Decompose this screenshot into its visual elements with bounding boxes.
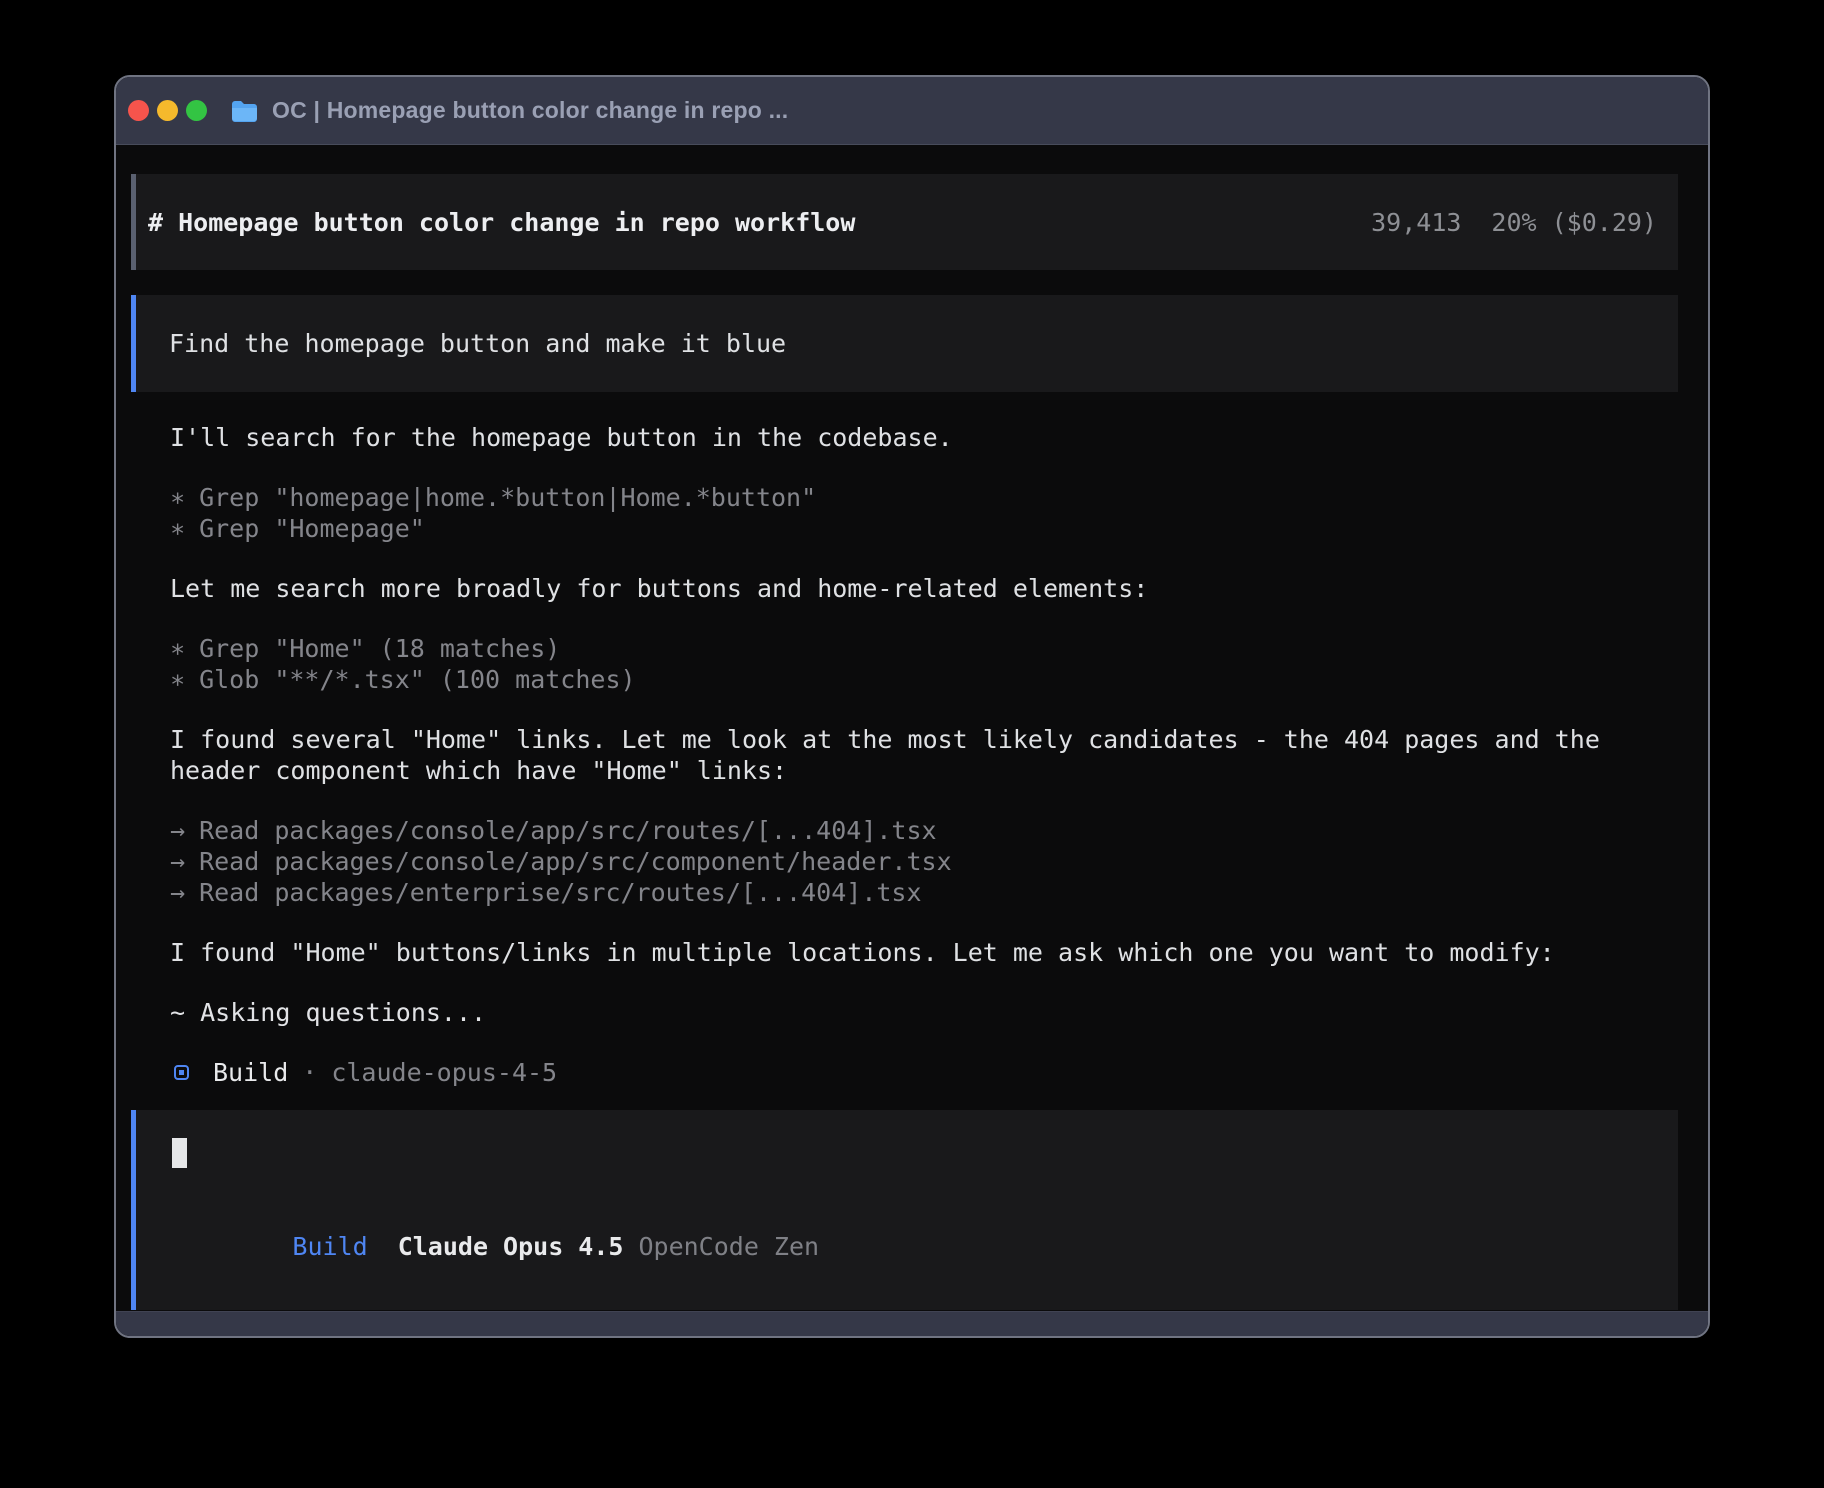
tool-call-text: Grep "Home" (18 matches) bbox=[199, 634, 560, 663]
tool-call-read: → Read packages/console/app/src/component… bbox=[170, 846, 1678, 877]
tool-call-text: Read packages/console/app/src/routes/[..… bbox=[199, 816, 937, 845]
folder-icon bbox=[231, 100, 258, 122]
close-button[interactable] bbox=[128, 100, 149, 121]
tool-call-text: Grep "Homepage" bbox=[199, 514, 425, 543]
zoom-button[interactable] bbox=[186, 100, 207, 121]
assistant-paragraph: I found "Home" buttons/links in multiple… bbox=[170, 937, 1678, 968]
agent-model: claude-opus-4-5 bbox=[331, 1057, 557, 1088]
tool-call-group: → Read packages/console/app/src/routes/[.… bbox=[170, 815, 1678, 908]
user-message: Find the homepage button and make it blu… bbox=[131, 295, 1678, 392]
working-status: ~ Asking questions... bbox=[170, 997, 1678, 1028]
paragraph-line: header component which have "Home" links… bbox=[170, 755, 1678, 786]
tool-call-text: Grep "homepage|home.*button|Home.*button… bbox=[199, 483, 816, 512]
tool-call-grep: ∗ Grep "Homepage" bbox=[170, 513, 1678, 544]
assistant-paragraph: I'll search for the homepage button in t… bbox=[170, 422, 1678, 453]
assistant-response: I'll search for the homepage button in t… bbox=[131, 422, 1678, 1088]
arrow-right-icon: → bbox=[170, 877, 185, 908]
user-message-text: Find the homepage button and make it blu… bbox=[169, 328, 786, 359]
tool-call-group: ∗ Grep "homepage|home.*button|Home.*butto… bbox=[170, 482, 1678, 544]
assistant-paragraph: I found several "Home" links. Let me loo… bbox=[170, 724, 1678, 786]
session-header: # Homepage button color change in repo w… bbox=[131, 174, 1678, 270]
session-title: # Homepage button color change in repo w… bbox=[148, 207, 855, 238]
window-titlebar[interactable]: OC | Homepage button color change in rep… bbox=[116, 77, 1708, 145]
traffic-lights bbox=[128, 100, 215, 121]
session-stats: 39,413 20% ($0.29) bbox=[1371, 207, 1657, 238]
agent-status-line: Build · claude-opus-4-5 bbox=[170, 1057, 1678, 1088]
tool-call-grep: ∗ Grep "homepage|home.*button|Home.*butto… bbox=[170, 482, 1678, 513]
model-label: Claude Opus 4.5 bbox=[398, 1232, 624, 1261]
window-bottom-bar bbox=[116, 1311, 1708, 1336]
agent-build-icon bbox=[174, 1065, 189, 1080]
provider-label: OpenCode Zen bbox=[638, 1232, 819, 1261]
asterisk-icon: ∗ bbox=[170, 513, 185, 544]
terminal-window: OC | Homepage button color change in rep… bbox=[114, 75, 1710, 1338]
assistant-paragraph: Let me search more broadly for buttons a… bbox=[170, 573, 1678, 604]
tool-call-text: Read packages/console/app/src/component/… bbox=[199, 847, 952, 876]
tool-call-group: ∗ Grep "Home" (18 matches) ∗ Glob "**/*.ts… bbox=[170, 633, 1678, 695]
tool-call-read: → Read packages/console/app/src/routes/[.… bbox=[170, 815, 1678, 846]
model-row: Build Claude Opus 4.5 OpenCode Zen bbox=[172, 1200, 1678, 1293]
asterisk-icon: ∗ bbox=[170, 633, 185, 664]
tool-call-text: Read packages/enterprise/src/routes/[...… bbox=[199, 878, 921, 907]
tool-call-read: → Read packages/enterprise/src/routes/[..… bbox=[170, 877, 1678, 908]
arrow-right-icon: → bbox=[170, 846, 185, 877]
window-title: OC | Homepage button color change in rep… bbox=[272, 97, 788, 124]
prompt-input[interactable]: Build Claude Opus 4.5 OpenCode Zen bbox=[131, 1110, 1678, 1310]
arrow-right-icon: → bbox=[170, 815, 185, 846]
text-cursor bbox=[172, 1138, 187, 1168]
context-cost: 20% ($0.29) bbox=[1491, 208, 1657, 237]
asterisk-icon: ∗ bbox=[170, 482, 185, 513]
terminal-content: # Homepage button color change in repo w… bbox=[131, 145, 1678, 1311]
tool-call-text: Glob "**/*.tsx" (100 matches) bbox=[199, 665, 636, 694]
tool-call-glob: ∗ Glob "**/*.tsx" (100 matches) bbox=[170, 664, 1678, 695]
mode-label: Build bbox=[292, 1232, 367, 1261]
dot-separator: · bbox=[302, 1057, 317, 1088]
paragraph-line: I found several "Home" links. Let me loo… bbox=[170, 724, 1678, 755]
asterisk-icon: ∗ bbox=[170, 664, 185, 695]
agent-name: Build bbox=[213, 1057, 288, 1088]
minimize-button[interactable] bbox=[157, 100, 178, 121]
token-count: 39,413 bbox=[1371, 208, 1461, 237]
tool-call-grep: ∗ Grep "Home" (18 matches) bbox=[170, 633, 1678, 664]
